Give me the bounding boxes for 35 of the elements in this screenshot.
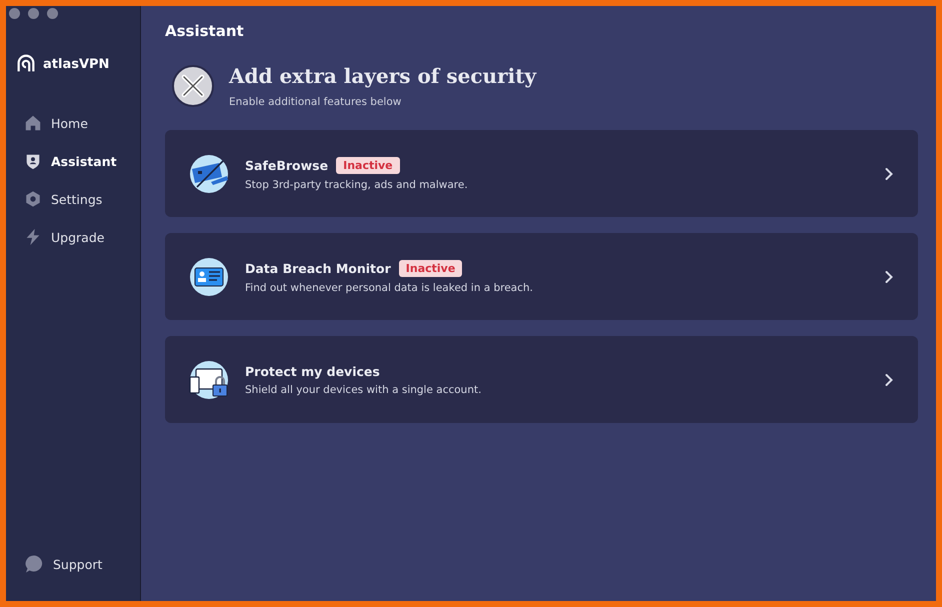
chat-icon bbox=[24, 554, 44, 574]
feature-title: Data Breach Monitor bbox=[245, 260, 391, 276]
feature-title: SafeBrowse bbox=[245, 158, 328, 172]
nav-item[interactable]: Home bbox=[6, 109, 140, 137]
shield-user-icon bbox=[24, 152, 42, 170]
bolt-icon bbox=[24, 228, 42, 246]
feature-description: Stop 3rd-party tracking, ads and malware. bbox=[245, 178, 469, 190]
chevron-right-icon bbox=[884, 166, 894, 180]
window-control-icon[interactable] bbox=[9, 8, 20, 19]
nav-item[interactable]: Upgrade bbox=[6, 223, 140, 251]
feature-card[interactable]: Data Breach Monitor Inactive Find out whenever personal data is leaked in a breach. bbox=[165, 233, 918, 320]
window-control-icon[interactable] bbox=[28, 8, 39, 19]
chevron-right-icon bbox=[884, 372, 894, 386]
camera-icon bbox=[189, 154, 229, 194]
home-icon bbox=[24, 114, 42, 132]
subheading: Enable additional features below bbox=[229, 96, 402, 108]
id-card-icon bbox=[189, 256, 229, 296]
nav-item[interactable]: Settings bbox=[6, 185, 140, 213]
heading: Add extra layers of security bbox=[229, 64, 536, 88]
feature-description: Find out whenever personal data is leaked in a breach. bbox=[245, 282, 534, 294]
feature-card[interactable]: SafeBrowse Inactive Stop 3rd-party tracking, ads and malware. bbox=[165, 130, 918, 217]
page-title: Assistant bbox=[165, 22, 245, 40]
devices-lock-icon bbox=[189, 360, 229, 400]
chevron-right-icon bbox=[884, 270, 894, 284]
feature-title: Protect my devices bbox=[245, 364, 380, 378]
feature-description: Shield all your devices with a single account. bbox=[245, 384, 482, 396]
close-icon[interactable] bbox=[171, 64, 215, 108]
hexagon-icon bbox=[24, 190, 42, 208]
status-badge: Inactive bbox=[398, 260, 462, 276]
status-badge: Inactive bbox=[336, 156, 400, 174]
brand-name: atlasVPN bbox=[43, 56, 110, 72]
nav-item[interactable]: Assistant bbox=[6, 147, 140, 175]
window-control-icon[interactable] bbox=[47, 8, 58, 19]
support-item[interactable]: Support bbox=[6, 549, 140, 579]
feature-card[interactable]: Protect my devices Shield all your devices with a single account. bbox=[165, 336, 918, 423]
